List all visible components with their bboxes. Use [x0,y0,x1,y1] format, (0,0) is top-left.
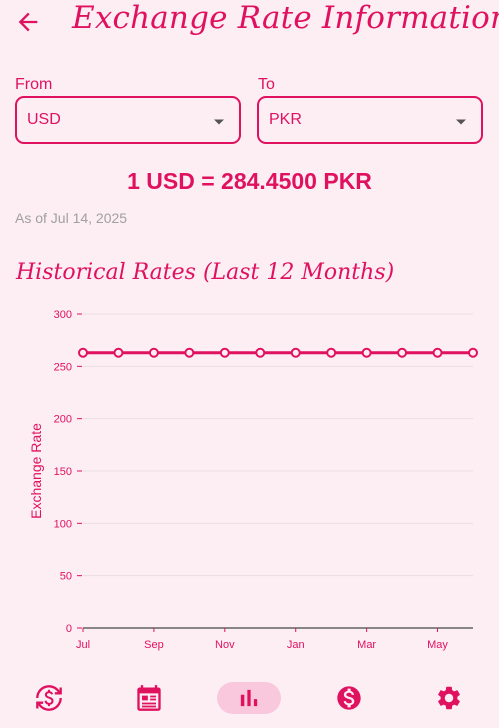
y-tick-label: 300 [54,309,72,321]
nav-currency[interactable] [317,682,381,714]
y-tick-label: 250 [54,361,72,373]
from-label: From [15,76,53,93]
data-point [361,347,372,358]
settings-gear-icon [438,686,460,710]
data-point [184,347,195,358]
dropdown-arrow-icon [214,119,224,125]
nav-news[interactable] [117,682,181,714]
historical-rates-chart: 0 50 100 150 200 250 300 Jul Sep Nov Jan Mar May Exch… [28,309,478,651]
data-point [78,347,88,358]
exchange-rate-result: 1 USD = 284.4500 PKR [127,168,372,194]
data-point [148,347,159,358]
data-point [113,347,124,358]
y-tick-label: 150 [54,466,72,478]
x-tick-label: May [427,639,448,651]
to-currency-select[interactable]: PKR [257,96,483,144]
nav-settings[interactable] [417,682,481,714]
data-point [290,347,301,358]
page-title: Exchange Rate Information [72,0,499,36]
data-point [432,347,443,358]
bar-chart-icon [240,689,258,707]
app-bar: Exchange Rate Information [0,0,499,44]
x-tick-label: Mar [357,639,376,651]
historical-rates-title: Historical Rates (Last 12 Months) [16,260,395,285]
dropdown-arrow-icon [456,119,466,125]
calendar-icon [137,685,161,711]
as-of-date: As of Jul 14, 2025 [15,210,128,226]
y-tick-label: 50 [60,571,72,583]
x-tick-label: Jul [76,639,90,651]
currency-exchange-icon [36,685,62,711]
data-point [397,347,408,358]
x-tick-label: Nov [215,639,235,651]
data-point [219,347,230,358]
nav-history[interactable] [217,682,281,714]
data-point [255,347,266,358]
data-point [326,347,337,358]
bottom-navigation [0,668,499,728]
to-label: To [258,76,275,93]
nav-converter[interactable] [17,682,81,714]
y-axis-label: Exchange Rate [28,423,44,519]
x-tick-label: Sep [144,639,164,651]
y-tick-label: 100 [54,518,72,530]
back-arrow-icon[interactable] [14,8,42,36]
x-tick-label: Jan [287,639,305,651]
from-currency-select[interactable]: USD [15,96,241,144]
from-currency-value: USD [27,111,61,128]
dollar-circle-icon [337,686,361,710]
to-currency-value: PKR [269,111,302,128]
y-tick-label: 0 [66,623,72,635]
data-point [468,347,478,358]
y-tick-label: 200 [54,414,72,426]
